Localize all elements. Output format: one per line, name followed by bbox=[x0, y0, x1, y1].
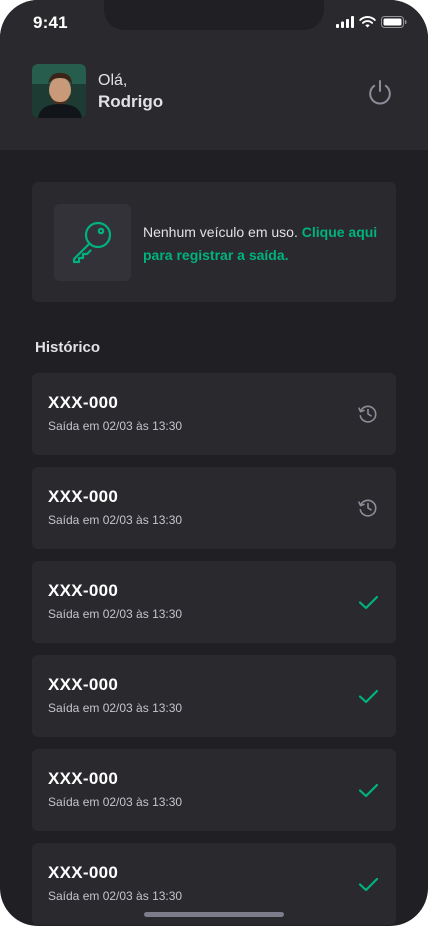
device-notch bbox=[104, 0, 324, 30]
history-clock-icon bbox=[357, 403, 379, 425]
key-icon bbox=[72, 221, 112, 264]
home-indicator[interactable] bbox=[144, 912, 284, 917]
greeting-text: Olá, bbox=[98, 72, 128, 89]
departure-time: Saída em 02/03 às 13:30 bbox=[48, 795, 183, 809]
check-icon bbox=[357, 685, 379, 707]
history-item[interactable]: XXX-000 Saída em 02/03 às 13:30 bbox=[32, 467, 396, 549]
vehicle-plate: XXX-000 bbox=[48, 581, 119, 600]
vehicle-plate: XXX-000 bbox=[48, 863, 119, 882]
check-icon bbox=[357, 779, 379, 801]
avatar-photo-icon bbox=[32, 64, 86, 118]
history-item[interactable]: XXX-000 Saída em 02/03 às 13:30 bbox=[32, 561, 396, 643]
departure-time: Saída em 02/03 às 13:30 bbox=[48, 701, 183, 715]
departure-time: Saída em 02/03 às 13:30 bbox=[48, 607, 183, 621]
departure-time: Saída em 02/03 às 13:30 bbox=[48, 513, 183, 527]
history-item[interactable]: XXX-000 Saída em 02/03 às 13:30 bbox=[32, 655, 396, 737]
vehicle-usage-card[interactable]: Nenhum veículo em uso. Clique aqui para … bbox=[32, 182, 396, 302]
check-icon bbox=[357, 873, 379, 895]
notice-message: Nenhum veículo em uso. Clique aqui para … bbox=[143, 221, 383, 267]
wifi-icon bbox=[359, 16, 376, 28]
phone-screen: 9:41 Olá, Rodrigo Nenhum veículo em uso.… bbox=[0, 0, 428, 926]
vehicle-plate: XXX-000 bbox=[48, 675, 119, 694]
check-icon bbox=[357, 591, 379, 613]
vehicle-plate: XXX-000 bbox=[48, 487, 119, 506]
history-list: XXX-000 Saída em 02/03 às 13:30 XXX-000 Saí… bbox=[32, 373, 396, 926]
status-bar-time: 9:41 bbox=[33, 13, 68, 32]
history-item[interactable]: XXX-000 Saída em 02/03 às 13:30 bbox=[32, 373, 396, 455]
departure-time: Saída em 02/03 às 13:30 bbox=[48, 889, 183, 903]
power-icon[interactable] bbox=[366, 78, 394, 106]
user-avatar[interactable] bbox=[32, 64, 86, 118]
user-name: Rodrigo bbox=[98, 92, 164, 111]
cellular-signal-icon bbox=[336, 16, 354, 28]
status-bar-icons bbox=[336, 15, 407, 29]
history-item[interactable]: XXX-000 Saída em 02/03 às 13:30 bbox=[32, 749, 396, 831]
notice-text: Nenhum veículo em uso. bbox=[143, 224, 298, 240]
battery-icon bbox=[381, 16, 407, 28]
departure-time: Saída em 02/03 às 13:30 bbox=[48, 419, 183, 433]
vehicle-plate: XXX-000 bbox=[48, 769, 119, 788]
history-title: Histórico bbox=[35, 339, 101, 356]
history-clock-icon bbox=[357, 497, 379, 519]
key-icon-box bbox=[54, 204, 131, 281]
vehicle-plate: XXX-000 bbox=[48, 393, 119, 412]
